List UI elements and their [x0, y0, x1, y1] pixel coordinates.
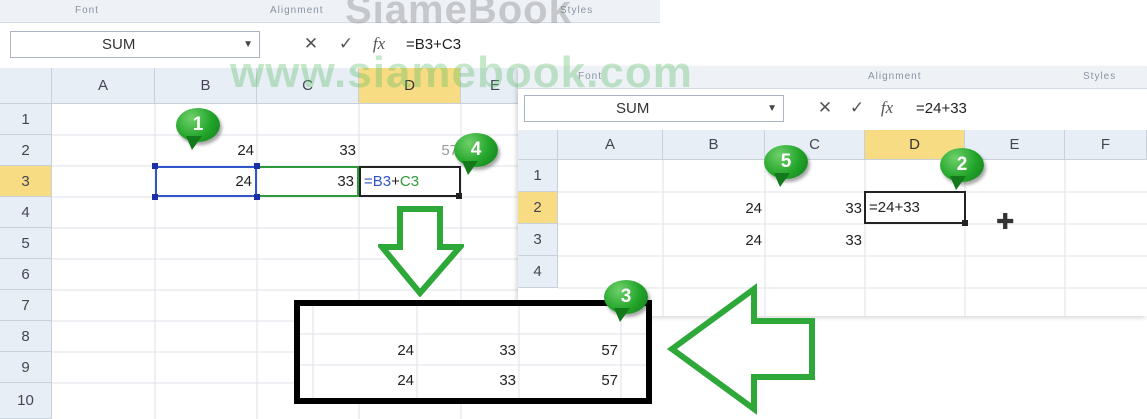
fx-icon[interactable]: fx	[876, 96, 898, 120]
column-header-a[interactable]: A	[52, 68, 155, 104]
callout-1: 1	[176, 108, 220, 150]
cell-c2[interactable]: 33	[257, 135, 359, 166]
row-header-2[interactable]: 2	[518, 192, 558, 224]
corner-select-all[interactable]	[518, 130, 558, 160]
left-arrow-icon	[666, 283, 815, 415]
watermark-top: SiameBook	[345, 0, 572, 32]
corner-select-all[interactable]	[0, 68, 52, 104]
callout-4: 4	[454, 133, 498, 175]
result-b8: 24	[397, 342, 414, 359]
right-formula-input[interactable]: =24+33	[908, 95, 1138, 122]
column-header-f[interactable]: F	[1065, 130, 1147, 160]
cell-d2-editing[interactable]: =24+33	[864, 191, 966, 224]
range-handle[interactable]	[152, 163, 158, 169]
callout-2-tail	[950, 176, 966, 190]
right-name-box[interactable]: SUM ▼	[524, 95, 784, 122]
cell-c2[interactable]: 33	[765, 192, 865, 224]
ribbon-group-alignment[interactable]: Alignment	[270, 5, 323, 16]
left-name-box[interactable]: SUM ▼	[10, 31, 260, 58]
result-box: 24 33 57 24 33 57	[294, 300, 652, 404]
cell-c3[interactable]: 33	[257, 166, 359, 197]
row-header-4[interactable]: 4	[0, 197, 52, 228]
name-box-value: SUM	[616, 100, 650, 117]
result-c8: 33	[499, 342, 516, 359]
range-handle[interactable]	[254, 163, 260, 169]
row-header-3[interactable]: 3	[0, 166, 52, 197]
row-header-6[interactable]: 6	[0, 259, 52, 290]
result-b9: 24	[397, 371, 414, 389]
ribbon-group-styles[interactable]: Styles	[1083, 71, 1116, 82]
result-d8: 57	[601, 342, 618, 359]
callout-1-tail	[186, 136, 202, 150]
ribbon-group-font[interactable]: Font	[75, 5, 99, 16]
watermark-site: www.siamebook.com	[230, 48, 693, 97]
callout-3: 3	[604, 280, 648, 322]
formula-ref-b3: =B3	[364, 173, 392, 190]
cell-c3[interactable]: 33	[765, 224, 865, 256]
callout-5: 5	[764, 145, 808, 187]
column-header-b[interactable]: B	[663, 130, 765, 160]
name-box-value: SUM	[102, 36, 136, 53]
callout-2: 2	[940, 148, 984, 190]
row-header-7[interactable]: 7	[0, 290, 52, 321]
chevron-down-icon[interactable]: ▼	[767, 103, 777, 114]
result-c9: 33	[499, 371, 516, 389]
right-window: Font Alignment Styles SUM ▼ ✕ ✓ fx =24+3…	[518, 66, 1147, 316]
formula-operator: +	[391, 173, 400, 190]
callout-4-tail	[462, 161, 478, 175]
ribbon-group-alignment[interactable]: Alignment	[868, 71, 921, 82]
cell-b3[interactable]: 24	[663, 224, 765, 256]
row-header-10[interactable]: 10	[0, 383, 52, 419]
enter-icon[interactable]: ✓	[846, 96, 868, 120]
column-header-a[interactable]: A	[558, 130, 663, 160]
cursor-cross-icon: ✚	[996, 209, 1015, 234]
cell-b2[interactable]: 24	[663, 192, 765, 224]
down-arrow-icon	[378, 206, 464, 297]
row-header-4[interactable]: 4	[518, 256, 558, 288]
fill-handle[interactable]	[456, 193, 462, 199]
cell-d3-editing[interactable]: =B3 + C3	[359, 166, 461, 197]
callout-3-tail	[614, 308, 630, 322]
range-handle[interactable]	[152, 194, 158, 200]
cancel-icon[interactable]: ✕	[814, 96, 836, 120]
formula-ref-c3: C3	[399, 173, 420, 190]
row-header-9[interactable]: 9	[0, 352, 52, 383]
result-d9: 57	[601, 371, 618, 389]
callout-5-tail	[774, 173, 790, 187]
row-header-5[interactable]: 5	[0, 228, 52, 259]
cell-b3[interactable]: 24	[155, 166, 257, 197]
fill-handle[interactable]	[962, 220, 968, 226]
cell-d2[interactable]: 57	[359, 135, 461, 166]
row-header-1[interactable]: 1	[518, 160, 558, 192]
row-header-2[interactable]: 2	[0, 135, 52, 166]
row-header-3[interactable]: 3	[518, 224, 558, 256]
row-header-1[interactable]: 1	[0, 104, 52, 135]
row-header-8[interactable]: 8	[0, 321, 52, 352]
range-handle[interactable]	[254, 194, 260, 200]
